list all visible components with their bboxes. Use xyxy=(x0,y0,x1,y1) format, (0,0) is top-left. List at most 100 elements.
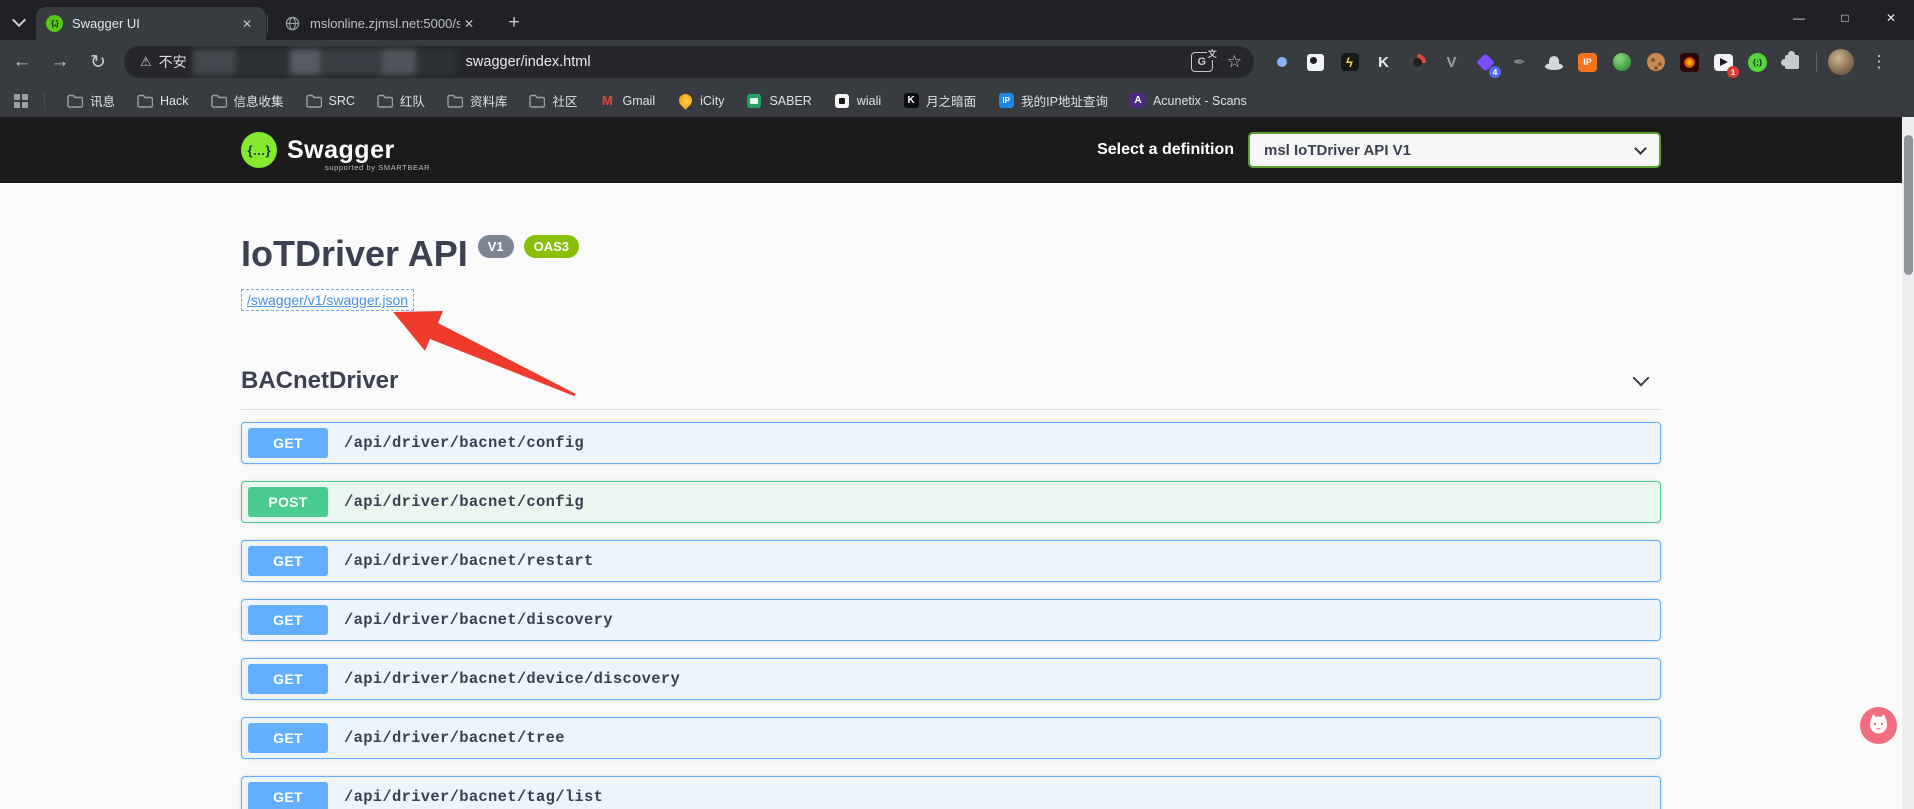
method-badge: GET xyxy=(248,723,328,753)
bookmarks-divider xyxy=(44,91,45,110)
green-sphere-extension-icon[interactable] xyxy=(1608,49,1635,76)
endpoint-path: /api/driver/bacnet/discovery xyxy=(344,611,613,629)
quill-extension-icon[interactable]: ✒ xyxy=(1506,49,1533,76)
flame-icon xyxy=(675,91,695,110)
bookmark-gmail[interactable]: M Gmail xyxy=(593,90,661,112)
bookmark-saber[interactable]: SABER xyxy=(740,90,817,112)
not-secure-label: 不安 xyxy=(158,54,187,70)
photo-extension-icon[interactable] xyxy=(1302,49,1329,76)
new-tab-button[interactable]: + xyxy=(500,9,528,37)
ip-icon: IP xyxy=(998,93,1014,109)
purple-diamond-extension-icon[interactable]: 4 xyxy=(1472,49,1501,78)
translate-icon[interactable]: G文 xyxy=(1190,47,1218,72)
lightning-extension-icon[interactable]: ϟ xyxy=(1336,49,1363,76)
swagger-logo[interactable]: {…} Swagger supported by SMARTBEAR xyxy=(241,132,430,172)
endpoint-path: /api/driver/bacnet/config xyxy=(344,493,585,511)
ip-extension-icon[interactable]: IP xyxy=(1574,49,1601,76)
bookmark-folder[interactable]: Hack xyxy=(131,90,194,112)
swagger-content: IoTDriver API V1 OAS3 /swagger/v1/swagge… xyxy=(0,183,1902,809)
bookmark-kimi[interactable]: K 月之暗面 xyxy=(897,88,982,113)
folder-icon xyxy=(529,93,546,109)
tab-close-icon[interactable]: ✕ xyxy=(460,15,478,33)
smartbear-tagline: supported by SMARTBEAR xyxy=(325,162,431,172)
v-extension-icon[interactable]: V xyxy=(1438,49,1465,76)
oas3-badge: OAS3 xyxy=(523,235,580,258)
swagger-json-link[interactable]: /swagger/v1/swagger.json xyxy=(241,289,415,311)
scrollbar-thumb[interactable] xyxy=(1903,135,1913,275)
tab-close-icon[interactable]: ✕ xyxy=(238,15,256,33)
reload-icon[interactable]: ↻ xyxy=(82,46,114,78)
saber-icon xyxy=(746,93,762,109)
version-badge: V1 xyxy=(477,235,514,258)
window-maximize-button[interactable]: □ xyxy=(1822,0,1868,36)
tab-swagger-ui[interactable]: {..} Swagger UI ✕ xyxy=(36,7,266,40)
endpoint-row[interactable]: GET /api/driver/bacnet/tag/list xyxy=(241,776,1661,809)
section-header[interactable]: BACnetDriver xyxy=(241,367,1661,410)
api-title: IoTDriver API xyxy=(241,233,468,274)
folder-icon xyxy=(137,93,154,109)
bookmark-folder[interactable]: SRC xyxy=(300,90,361,112)
url-redaction xyxy=(192,49,456,75)
endpoint-row[interactable]: GET /api/driver/bacnet/tree xyxy=(241,717,1661,759)
folder-icon xyxy=(67,93,83,109)
profile-avatar[interactable] xyxy=(1828,49,1854,75)
bookmark-folder[interactable]: 红队 xyxy=(371,88,431,113)
target-extension-icon[interactable] xyxy=(1404,49,1431,76)
tab-search-chevron-icon[interactable] xyxy=(12,13,26,27)
bookmark-ip-lookup[interactable]: IP 我的IP地址查询 xyxy=(992,88,1114,113)
gmail-icon: M xyxy=(602,93,613,108)
page-scrollbar[interactable] xyxy=(1902,117,1914,809)
floating-assistant-button[interactable] xyxy=(1860,707,1897,744)
extensions-puzzle-icon[interactable] xyxy=(1778,49,1805,76)
endpoint-path: /api/driver/bacnet/device/discovery xyxy=(344,670,681,688)
url-visible-text: swagger/index.html xyxy=(465,54,591,70)
collapse-chevron-icon[interactable] xyxy=(1632,369,1650,387)
section-title: BACnetDriver xyxy=(241,367,399,394)
endpoint-row[interactable]: GET /api/driver/bacnet/device/discovery xyxy=(241,658,1661,700)
apps-grid-icon[interactable] xyxy=(14,93,28,108)
definition-select[interactable]: msl IoTDriver API V1 xyxy=(1248,132,1661,168)
bookmark-star-icon[interactable]: ☆ xyxy=(1227,52,1242,72)
endpoint-row[interactable]: GET /api/driver/bacnet/config xyxy=(241,422,1661,464)
kimi-extension-icon[interactable]: K xyxy=(1370,49,1397,76)
toolbar-divider xyxy=(1816,52,1817,72)
swagger-logo-icon: {…} xyxy=(241,132,277,168)
bookmark-icity[interactable]: iCity xyxy=(671,90,730,112)
browser-toolbar: ← → ↻ ⚠ 不安 swagger/index.html G文 ☆ ϟ K V… xyxy=(0,40,1914,84)
tab-mslonline[interactable]: mslonline.zjmsl.net:5000/swa ✕ xyxy=(274,7,488,40)
select-definition-label: Select a definition xyxy=(1097,141,1234,158)
bookmark-folder[interactable]: 信息收集 xyxy=(205,88,290,113)
back-icon[interactable]: ← xyxy=(6,46,38,78)
swagger-braces-extension-icon[interactable]: {;} xyxy=(1744,49,1771,76)
endpoint-row[interactable]: GET /api/driver/bacnet/restart xyxy=(241,540,1661,582)
method-badge: POST xyxy=(248,487,328,517)
method-badge: GET xyxy=(248,546,328,576)
eye-extension-icon[interactable] xyxy=(1676,49,1703,76)
endpoint-row[interactable]: POST /api/driver/bacnet/config xyxy=(241,481,1661,523)
folder-icon xyxy=(305,93,322,109)
endpoint-row[interactable]: GET /api/driver/bacnet/discovery xyxy=(241,599,1661,641)
window-minimize-button[interactable]: — xyxy=(1776,0,1822,36)
bookmark-folder[interactable]: 讯息 xyxy=(61,88,121,113)
bookmark-acunetix[interactable]: A Acunetix - Scans xyxy=(1124,90,1253,112)
endpoint-path: /api/driver/bacnet/restart xyxy=(344,552,594,570)
swagger-favicon-icon: {..} xyxy=(46,15,63,32)
acunetix-icon: A xyxy=(1130,93,1146,109)
browser-menu-icon[interactable]: ⋮ xyxy=(1869,52,1889,72)
bookmark-folder[interactable]: 社区 xyxy=(523,88,583,113)
not-secure-warning-icon[interactable]: ⚠ xyxy=(140,54,152,70)
address-bar[interactable]: ⚠ 不安 swagger/index.html G文 ☆ xyxy=(124,46,1254,78)
endpoint-path: /api/driver/bacnet/config xyxy=(344,434,585,452)
tab-title: Swagger UI xyxy=(72,16,140,31)
blue-ring-extension-icon[interactable] xyxy=(1268,49,1295,76)
bookmark-folder[interactable]: 资料库 xyxy=(441,88,514,113)
video-extension-icon[interactable]: 1 xyxy=(1710,49,1739,78)
window-close-button[interactable]: ✕ xyxy=(1868,0,1914,36)
extensions-bar: ϟ K V 4 ✒ IP 1 {;} ⋮ xyxy=(1268,49,1897,78)
hat-extension-icon[interactable] xyxy=(1540,49,1567,76)
bookmark-wiali[interactable]: wiali xyxy=(828,90,887,112)
cookie-extension-icon[interactable] xyxy=(1642,49,1669,76)
method-badge: GET xyxy=(248,782,328,809)
swagger-topbar: {…} Swagger supported by SMARTBEAR Selec… xyxy=(0,117,1902,183)
forward-icon[interactable]: → xyxy=(44,46,76,78)
